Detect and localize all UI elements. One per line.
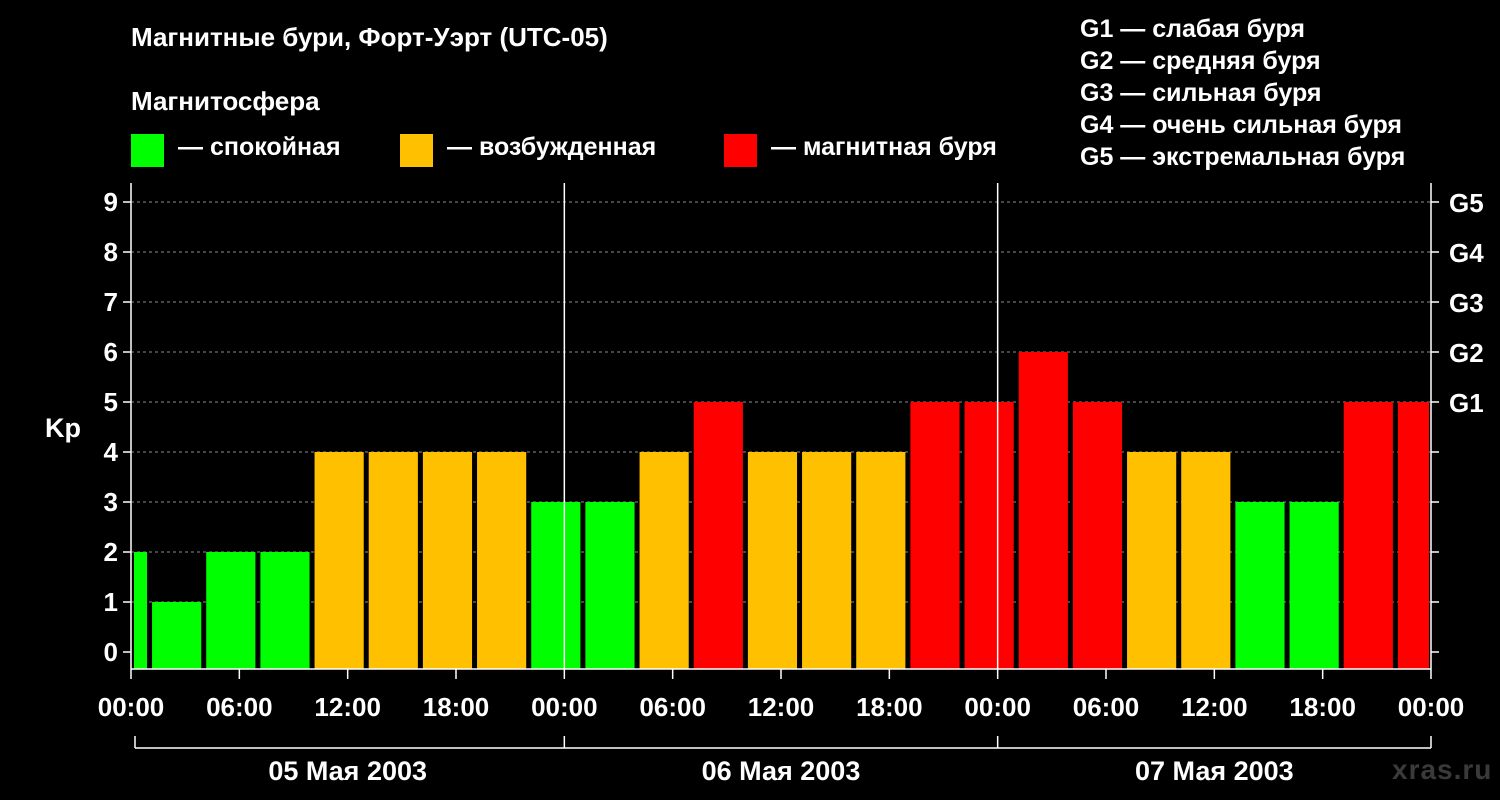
kp-bar: [585, 502, 635, 669]
kp-bar: [260, 552, 310, 669]
y-tick-label: 8: [104, 237, 118, 267]
y-tick-label: 9: [104, 187, 118, 217]
x-tick-label: 06:00: [206, 692, 273, 722]
x-tick-label: 00:00: [98, 692, 165, 722]
kp-bar: [1235, 502, 1285, 669]
x-tick-label: 18:00: [423, 692, 490, 722]
kp-bar: [693, 402, 743, 669]
right-tick-label: G5: [1449, 188, 1484, 218]
kp-bar: [856, 452, 906, 669]
y-tick-label: 2: [104, 537, 118, 567]
watermark: xras.ru: [1392, 754, 1493, 785]
x-tick-label: 00:00: [1398, 692, 1465, 722]
x-tick-label: 18:00: [856, 692, 923, 722]
x-tick-label: 00:00: [964, 692, 1031, 722]
right-tick-label: G1: [1449, 388, 1484, 418]
kp-bar: [368, 452, 418, 669]
kp-bar: [639, 452, 689, 669]
y-axis-label: Kp: [45, 413, 81, 443]
y-tick-label: 3: [104, 487, 118, 517]
day-label: 05 Мая 2003: [268, 756, 427, 786]
kp-bar: [910, 402, 960, 669]
kp-bar: [1018, 352, 1068, 669]
y-tick-label: 7: [104, 287, 118, 317]
day-label: 06 Мая 2003: [702, 756, 861, 786]
x-tick-label: 18:00: [1289, 692, 1356, 722]
kp-bar: [1289, 502, 1339, 669]
kp-bar: [802, 452, 852, 669]
kp-bar: [531, 502, 581, 669]
kp-bar: [1127, 452, 1177, 669]
x-tick-label: 12:00: [748, 692, 815, 722]
x-tick-label: 12:00: [314, 692, 381, 722]
kp-bar: [314, 452, 364, 669]
kp-bar: [152, 602, 202, 669]
kp-bar: [964, 402, 1014, 669]
kp-bar: [477, 452, 527, 669]
y-tick-label: 5: [104, 387, 118, 417]
kp-bar: [1397, 402, 1429, 669]
y-tick-label: 0: [104, 637, 118, 667]
kp-bar: [206, 552, 256, 669]
day-label: 07 Мая 2003: [1135, 756, 1294, 786]
x-tick-label: 06:00: [639, 692, 706, 722]
kp-bar: [1343, 402, 1393, 669]
right-tick-label: G4: [1449, 238, 1484, 268]
kp-bar: [747, 452, 798, 669]
x-tick-label: 06:00: [1073, 692, 1140, 722]
y-tick-label: 6: [104, 337, 118, 367]
kp-bar: [1181, 452, 1231, 669]
right-tick-label: G3: [1449, 288, 1484, 318]
y-tick-label: 1: [104, 587, 118, 617]
y-tick-label: 4: [104, 437, 119, 467]
kp-bar: [1072, 402, 1123, 669]
x-tick-label: 12:00: [1181, 692, 1248, 722]
kp-bar: [134, 552, 148, 669]
kp-chart: 0 1 2 3 4 5 6 7 8 9 G1 G2 G3 G4 G5 Kp 00:00 06:00 12:00 18:…: [45, 183, 1484, 786]
kp-bar: [422, 452, 473, 669]
right-tick-label: G2: [1449, 338, 1484, 368]
x-tick-label: 00:00: [531, 692, 598, 722]
